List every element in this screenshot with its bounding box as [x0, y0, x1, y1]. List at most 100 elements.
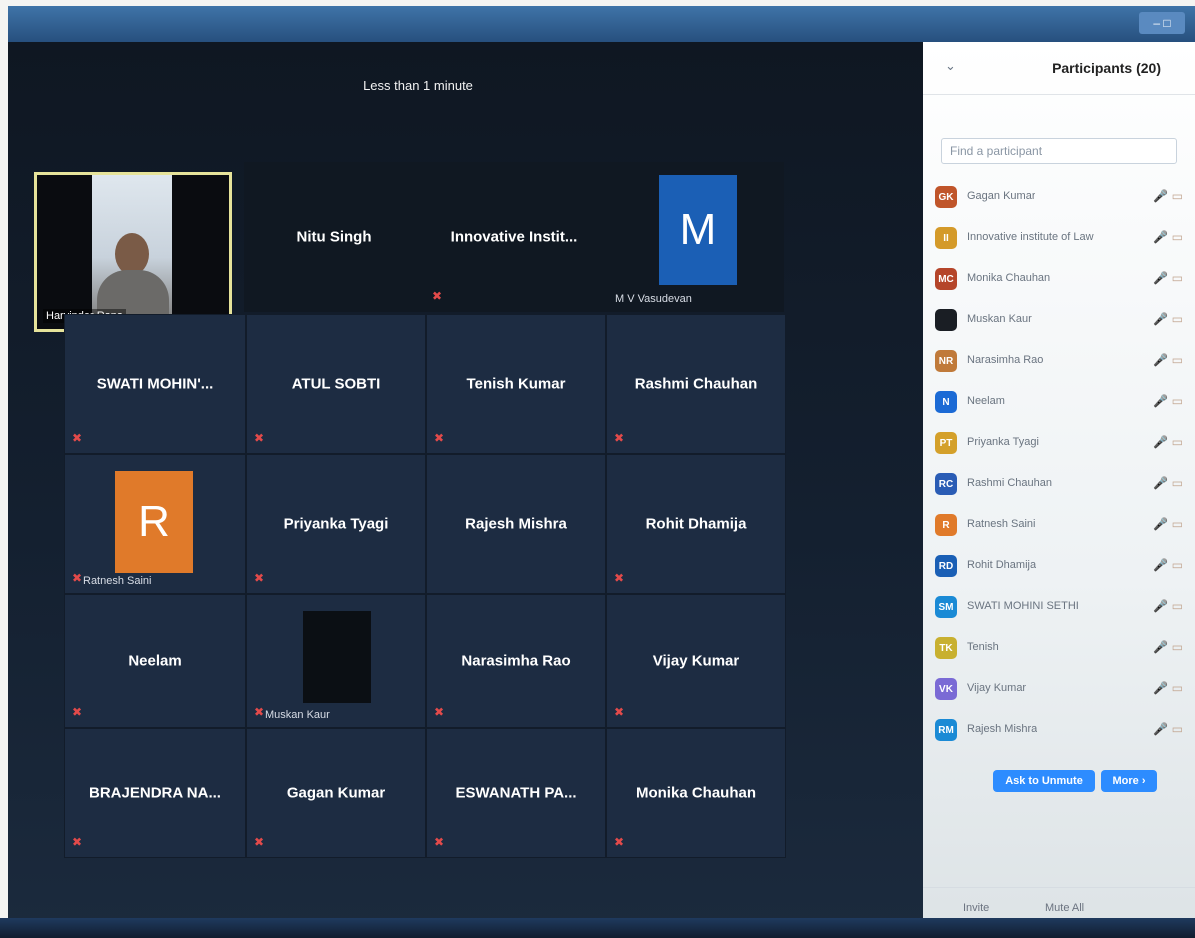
- muted-mic-video-icon: 🎤 ▭: [1153, 681, 1183, 695]
- window-controls[interactable]: – □: [1139, 12, 1185, 34]
- participant-avatar: TK: [935, 637, 957, 659]
- tile-rohit-dhamija[interactable]: Rohit Dhamija ✖: [606, 454, 786, 594]
- participant-row[interactable]: R Ratnesh Saini 🎤 ▭: [923, 506, 1195, 546]
- tile-gagan-kumar[interactable]: Gagan Kumar ✖: [246, 728, 426, 858]
- muted-mic-video-icon: 🎤 ▭: [1153, 558, 1183, 572]
- participant-avatar: GK: [935, 186, 957, 208]
- title-bar: – □: [8, 6, 1195, 42]
- tile-name: Tenish Kumar: [466, 375, 566, 393]
- muted-mic-video-icon: 🎤 ▭: [1153, 189, 1183, 203]
- tile-rashmi-chauhan[interactable]: Rashmi Chauhan ✖: [606, 314, 786, 454]
- ask-to-unmute-button[interactable]: Ask to Unmute: [993, 770, 1095, 792]
- tile-neelam[interactable]: Neelam ✖: [64, 594, 246, 728]
- tile-vijay-kumar[interactable]: Vijay Kumar ✖: [606, 594, 786, 728]
- muted-mic-video-icon: 🎤 ▭: [1153, 722, 1183, 736]
- muted-mic-icon: ✖: [254, 835, 265, 849]
- muted-mic-video-icon: 🎤 ▭: [1153, 435, 1183, 449]
- muted-mic-icon: ✖: [72, 705, 83, 719]
- participant-row[interactable]: N Neelam 🎤 ▭: [923, 383, 1195, 423]
- tile-nitu-singh[interactable]: Nitu Singh: [244, 162, 424, 312]
- participant-name: Vijay Kumar: [967, 682, 1027, 694]
- participant-name: SWATI MOHINI SETHI: [967, 600, 1079, 612]
- muted-mic-video-icon: 🎤 ▭: [1153, 640, 1183, 654]
- tile-name: Gagan Kumar: [286, 784, 386, 802]
- muted-mic-icon: ✖: [254, 705, 265, 719]
- participant-row[interactable]: RD Rohit Dhamija 🎤 ▭: [923, 547, 1195, 587]
- participant-row[interactable]: SM SWATI MOHINI SETHI 🎤 ▭: [923, 588, 1195, 628]
- participant-name: Rashmi Chauhan: [967, 477, 1052, 489]
- muted-mic-video-icon: 🎤 ▭: [1153, 230, 1183, 244]
- tile-name: Monika Chauhan: [635, 784, 756, 802]
- participant-name: Priyanka Tyagi: [967, 436, 1039, 448]
- muted-mic-icon: ✖: [434, 431, 445, 445]
- muted-mic-icon: ✖: [72, 431, 83, 445]
- panel-header: ⌄ Participants (20): [923, 42, 1195, 95]
- tile-eswanath[interactable]: ESWANATH PA... ✖: [426, 728, 606, 858]
- avatar: R: [115, 471, 193, 573]
- participant-name: Muskan Kaur: [967, 313, 1032, 325]
- panel-title: Participants (20): [1052, 60, 1161, 76]
- avatar-initial: M: [679, 205, 717, 254]
- participant-name: Rajesh Mishra: [967, 723, 1038, 735]
- participant-row[interactable]: PT Priyanka Tyagi 🎤 ▭: [923, 424, 1195, 464]
- participant-row[interactable]: VK Vijay Kumar 🎤 ▭: [923, 670, 1195, 710]
- avatar: [303, 611, 371, 703]
- tile-tenish-kumar[interactable]: Tenish Kumar ✖: [426, 314, 606, 454]
- participant-row[interactable]: RM Rajesh Mishra 🎤 ▭: [923, 711, 1195, 751]
- video-gallery: Less than 1 minute Harvinder Rana Nitu S…: [8, 42, 923, 932]
- tile-name: Narasimha Rao: [461, 652, 571, 670]
- muted-mic-icon: ✖: [432, 289, 443, 303]
- tile-ratnesh-saini[interactable]: R ✖ Ratnesh Saini: [64, 454, 246, 594]
- participant-avatar: II: [935, 227, 957, 249]
- participant-row[interactable]: RC Rashmi Chauhan 🎤 ▭: [923, 465, 1195, 505]
- muted-mic-video-icon: 🎤 ▭: [1153, 271, 1183, 285]
- tile-name: Rashmi Chauhan: [634, 375, 758, 393]
- tile-name: SWATI MOHIN'...: [96, 375, 214, 393]
- zoom-window: – □ Less than 1 minute Harvinder Rana Ni…: [8, 6, 1195, 932]
- tile-monika-chauhan[interactable]: Monika Chauhan ✖: [606, 728, 786, 858]
- meeting-timer: Less than 1 minute: [363, 78, 473, 93]
- mute-all-button[interactable]: Mute All: [1045, 902, 1084, 914]
- tile-atul-sobti[interactable]: ATUL SOBTI ✖: [246, 314, 426, 454]
- muted-mic-icon: ✖: [614, 431, 625, 445]
- participant-row[interactable]: MC Monika Chauhan 🎤 ▭: [923, 260, 1195, 300]
- tile-swati-mohini[interactable]: SWATI MOHIN'... ✖: [64, 314, 246, 454]
- avatar-initial: R: [138, 497, 170, 546]
- tile-priyanka-tyagi[interactable]: Priyanka Tyagi ✖: [246, 454, 426, 594]
- participant-row[interactable]: II Innovative institute of Law 🎤 ▭: [923, 219, 1195, 259]
- tile-name: ATUL SOBTI: [291, 375, 381, 393]
- tile-muskan-kaur[interactable]: ✖ Muskan Kaur: [246, 594, 426, 728]
- participant-row[interactable]: TK Tenish 🎤 ▭: [923, 629, 1195, 669]
- tile-innovative-institute[interactable]: Innovative Instit... ✖: [424, 162, 604, 312]
- muted-mic-video-icon: 🎤 ▭: [1153, 476, 1183, 490]
- tile-rajesh-mishra[interactable]: Rajesh Mishra: [426, 454, 606, 594]
- avatar: M: [659, 175, 737, 285]
- muted-mic-icon: ✖: [72, 835, 83, 849]
- participant-row[interactable]: Muskan Kaur 🎤 ▭: [923, 301, 1195, 341]
- video-tile-harvinder-rana[interactable]: Harvinder Rana: [34, 172, 232, 332]
- invite-button[interactable]: Invite: [963, 902, 989, 914]
- tile-name: Muskan Kaur: [265, 709, 330, 721]
- tile-narasimha-rao[interactable]: Narasimha Rao ✖: [426, 594, 606, 728]
- participant-row[interactable]: GK Gagan Kumar 🎤 ▭: [923, 178, 1195, 218]
- participant-search-input[interactable]: [941, 138, 1177, 164]
- taskbar: [0, 918, 1195, 938]
- tile-mv-vasudevan[interactable]: M M V Vasudevan: [604, 162, 784, 312]
- tile-name: M V Vasudevan: [615, 293, 692, 305]
- participant-name: Innovative institute of Law: [967, 231, 1094, 243]
- more-button[interactable]: More ›: [1101, 770, 1157, 792]
- muted-mic-video-icon: 🎤 ▭: [1153, 599, 1183, 613]
- participant-row[interactable]: NR Narasimha Rao 🎤 ▭: [923, 342, 1195, 382]
- chevron-down-icon[interactable]: ⌄: [945, 58, 956, 74]
- muted-mic-icon: ✖: [72, 571, 83, 585]
- participant-avatar: VK: [935, 678, 957, 700]
- participant-name: Narasimha Rao: [967, 354, 1044, 366]
- muted-mic-icon: ✖: [614, 705, 625, 719]
- tile-name: Rohit Dhamija: [645, 515, 747, 533]
- tile-brajendra[interactable]: BRAJENDRA NA... ✖: [64, 728, 246, 858]
- tile-name: Neelam: [128, 652, 182, 670]
- participant-avatar: R: [935, 514, 957, 536]
- tile-name: Vijay Kumar: [652, 652, 740, 670]
- tile-name: Priyanka Tyagi: [283, 515, 389, 533]
- muted-mic-icon: ✖: [254, 571, 265, 585]
